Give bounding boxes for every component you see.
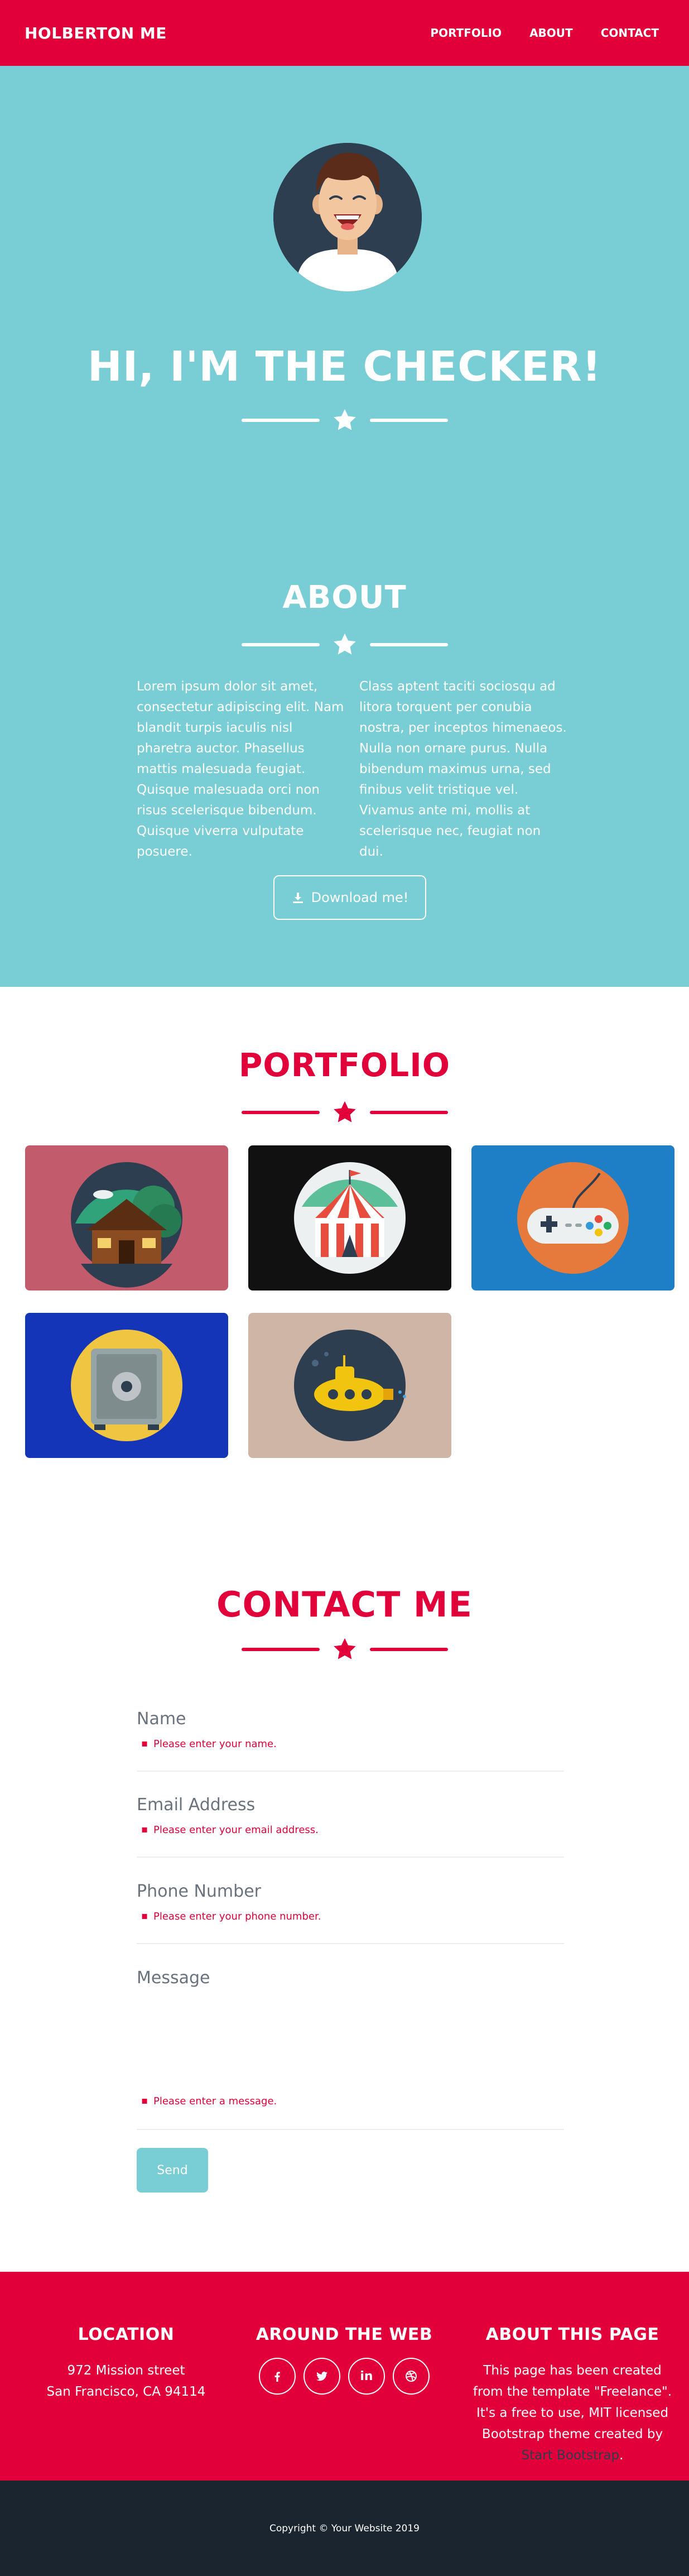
email-label: Email Address — [137, 1795, 256, 1815]
email-error: Please enter your email address. — [141, 1824, 319, 1836]
footer-around-web: AROUND THE WEB in — [249, 2325, 439, 2395]
portfolio-item-submarine[interactable] — [248, 1313, 451, 1458]
message-field[interactable]: Message Please enter a message. — [137, 1968, 564, 2130]
message-error: Please enter a message. — [141, 2095, 277, 2107]
about-page-title: ABOUT THIS PAGE — [485, 2325, 659, 2344]
phone-error: Please enter your phone number. — [141, 1910, 321, 1922]
field-divider — [137, 1771, 564, 1772]
download-label: Download me! — [311, 890, 409, 905]
divider-line — [369, 1648, 448, 1651]
star-icon — [333, 1101, 356, 1122]
portfolio-item-game[interactable] — [471, 1145, 674, 1291]
about-text-right: Class aptent taciti sociosqu ad litora t… — [359, 679, 567, 859]
portfolio-star-divider — [0, 1100, 689, 1125]
phone-label: Phone Number — [137, 1882, 261, 1901]
submarine-icon — [248, 1313, 451, 1458]
avatar — [273, 143, 422, 291]
download-icon — [292, 893, 303, 903]
dribbble-icon[interactable] — [393, 2358, 430, 2395]
email-field[interactable]: Email Address Please enter your email ad… — [137, 1795, 564, 1858]
divider-line — [241, 1648, 320, 1651]
about-text-left: Lorem ipsum dolor sit amet, consectetur … — [137, 679, 344, 859]
nav-links: PORTFOLIO ABOUT CONTACT — [430, 26, 659, 40]
nav-link-about[interactable]: ABOUT — [529, 26, 573, 40]
field-divider — [137, 1943, 564, 1944]
about-page-text: This page has been created from the temp… — [469, 2360, 676, 2466]
portfolio-item-safe[interactable] — [25, 1313, 228, 1458]
field-divider — [137, 2129, 564, 2130]
divider-line — [369, 643, 448, 646]
portfolio-item-cabin[interactable] — [25, 1145, 228, 1291]
start-bootstrap-link[interactable]: Start Bootstrap — [522, 2448, 620, 2463]
location-title: LOCATION — [78, 2325, 175, 2344]
divider-line — [369, 1111, 448, 1114]
social-links: in — [249, 2358, 439, 2395]
star-icon — [333, 1638, 356, 1659]
field-divider — [137, 1857, 564, 1858]
location-line2: San Francisco, CA 94114 — [46, 2385, 206, 2399]
footer-about-page: ABOUT THIS PAGE This page has been creat… — [469, 2325, 676, 2466]
game-controller-icon — [471, 1145, 674, 1291]
copyright-bar: Copyright © Your Website 2019 — [0, 2481, 689, 2576]
name-field[interactable]: Name Please enter your name. — [137, 1709, 564, 1772]
nav-link-portfolio[interactable]: PORTFOLIO — [430, 26, 502, 40]
divider-line — [241, 643, 320, 646]
divider-line — [241, 1111, 320, 1114]
footer-location: LOCATION 972 Mission street San Francisc… — [31, 2325, 221, 2402]
hero-star-divider — [0, 407, 689, 433]
facebook-icon[interactable] — [259, 2358, 296, 2395]
name-error: Please enter your name. — [141, 1738, 277, 1750]
circus-tent-icon — [248, 1145, 451, 1291]
copyright-text: Copyright © Your Website 2019 — [269, 2522, 420, 2534]
around-web-title: AROUND THE WEB — [256, 2325, 433, 2344]
footer: LOCATION 972 Mission street San Francisc… — [0, 2272, 689, 2481]
star-icon — [333, 409, 356, 430]
star-icon — [333, 633, 356, 655]
about-page-body: This page has been created from the temp… — [473, 2363, 672, 2441]
twitter-icon[interactable] — [303, 2358, 340, 2395]
navbar: HOLBERTON ME PORTFOLIO ABOUT CONTACT — [0, 0, 689, 66]
nav-link-contact[interactable]: CONTACT — [601, 26, 659, 40]
download-button[interactable]: Download me! — [273, 875, 426, 920]
contact-star-divider — [0, 1637, 689, 1662]
hero-title: HI, I'M THE CHECKER! — [87, 343, 602, 391]
message-label: Message — [137, 1968, 210, 1988]
portfolio-title: PORTFOLIO — [238, 1046, 451, 1084]
cabin-icon — [25, 1145, 228, 1291]
about-title: ABOUT — [282, 579, 407, 616]
portfolio-item-circus[interactable] — [248, 1145, 451, 1291]
divider-line — [241, 419, 320, 422]
send-button[interactable]: Send — [137, 2148, 208, 2193]
location-line1: 972 Mission street — [67, 2363, 185, 2378]
divider-line — [369, 419, 448, 422]
brand-logo[interactable]: HOLBERTON ME — [25, 24, 167, 42]
about-page-end: . — [619, 2448, 624, 2463]
name-label: Name — [137, 1709, 186, 1729]
phone-field[interactable]: Phone Number Please enter your phone num… — [137, 1882, 564, 1944]
safe-icon — [25, 1313, 228, 1458]
about-star-divider — [0, 632, 689, 658]
contact-title: CONTACT ME — [216, 1584, 473, 1625]
linkedin-icon[interactable]: in — [348, 2358, 385, 2395]
